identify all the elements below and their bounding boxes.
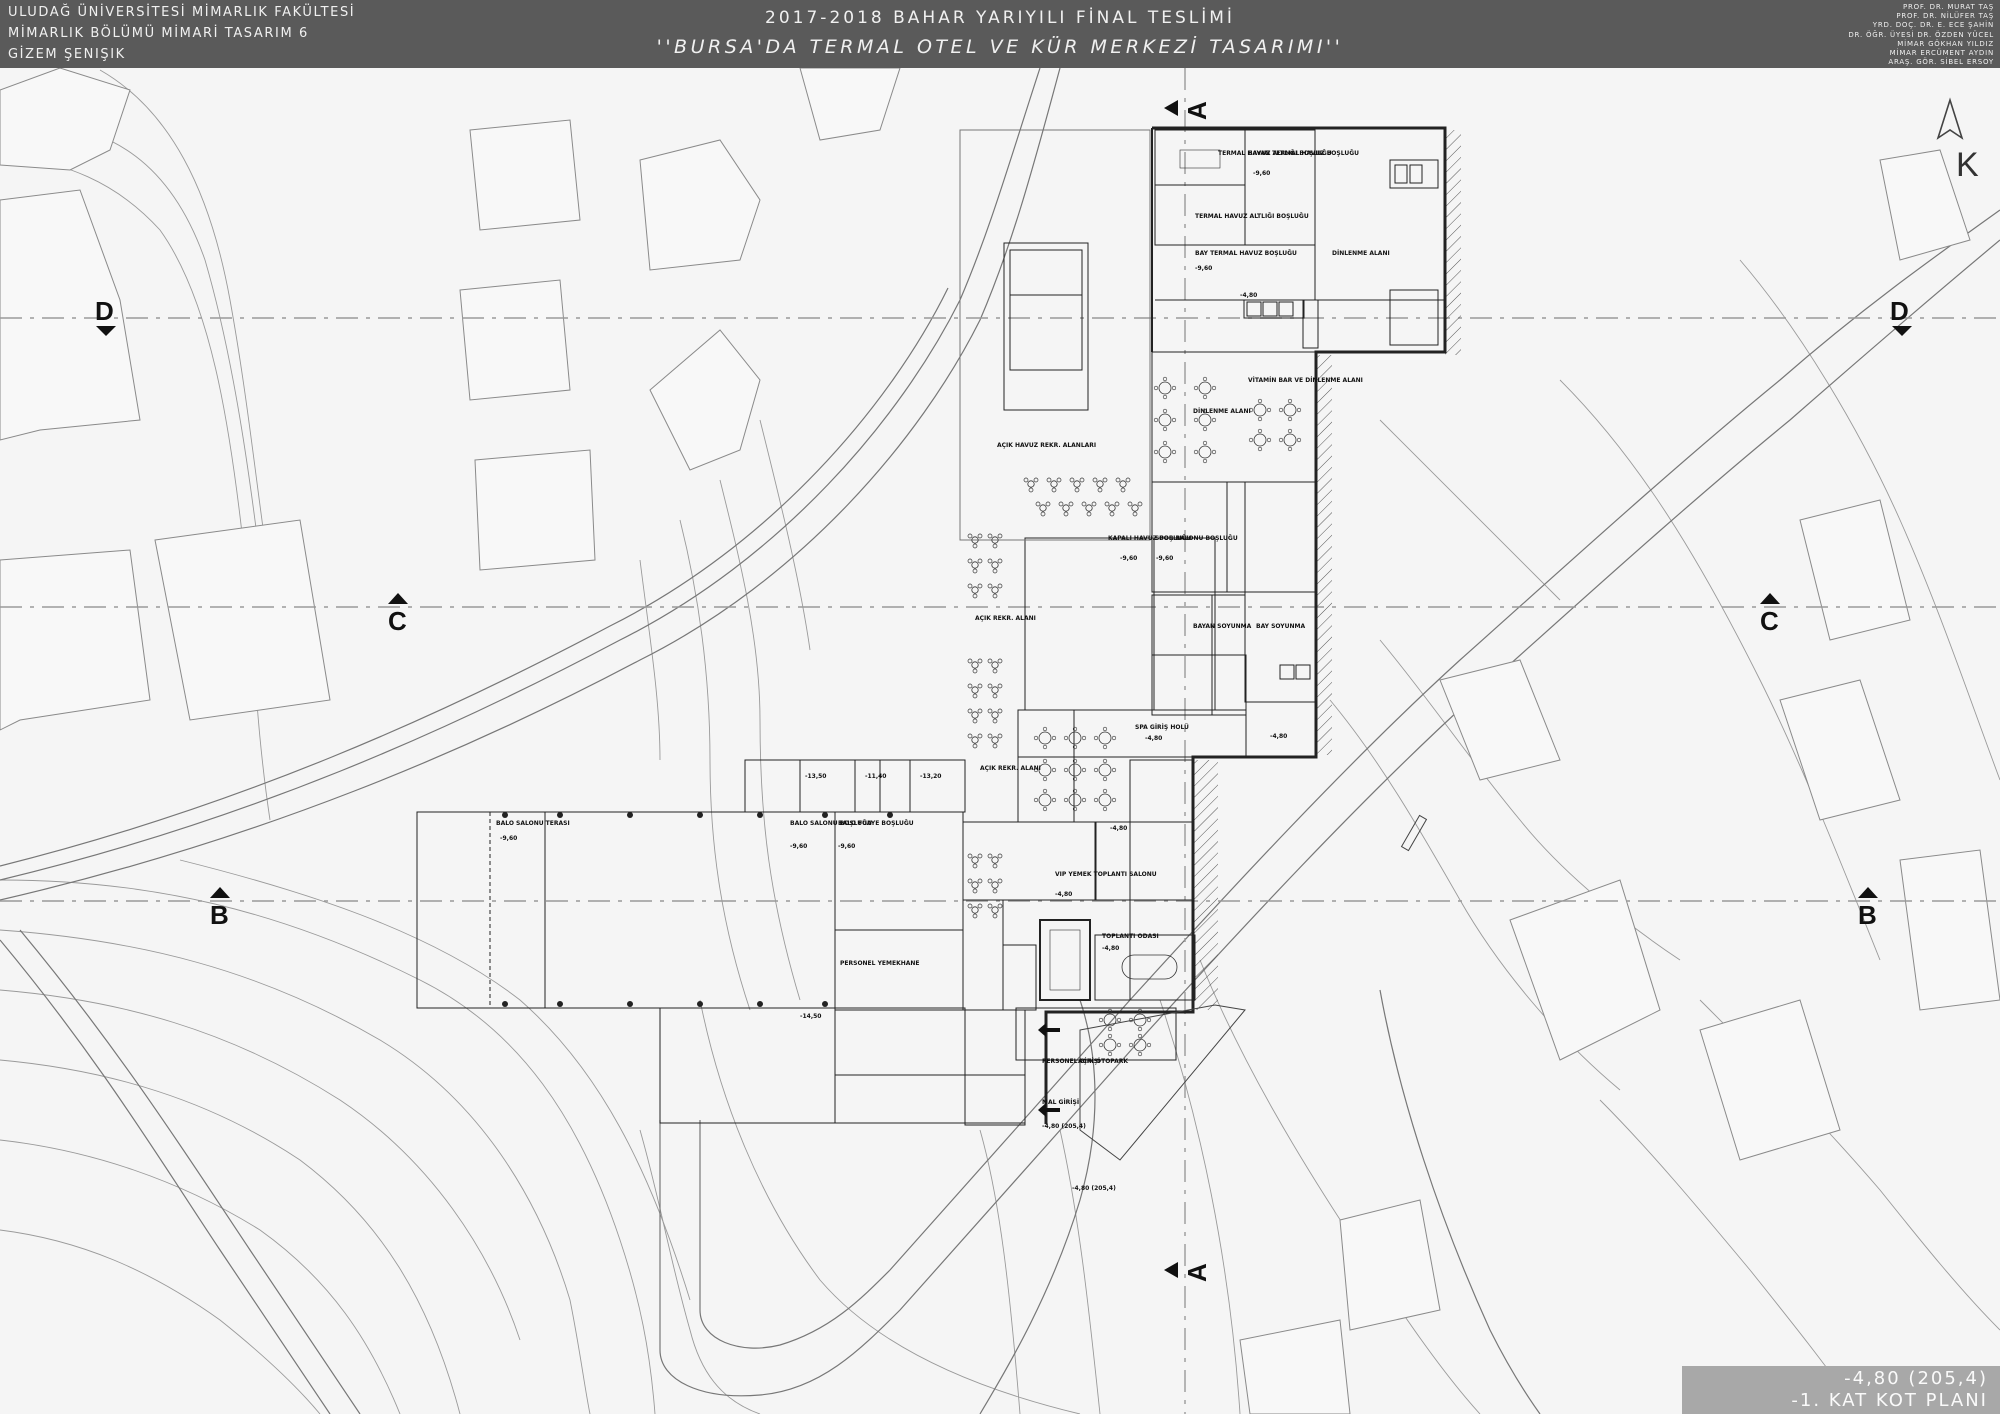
elev-1350: -13,50	[805, 773, 826, 780]
svg-text:A: A	[1182, 101, 1212, 120]
elev-road: -4,80 (205,4)	[1072, 1185, 1116, 1192]
elev-1320: -13,20	[920, 773, 941, 780]
label-vitamin-bar: VİTAMİN BAR VE DİNLENME ALANI	[1248, 377, 1363, 384]
label-mal-girisi: MAL GİRİŞİ	[1042, 1099, 1079, 1106]
instructor-4: DR. ÖĞR. ÜYESİ DR. ÖZDEN YÜCEL	[1848, 30, 1994, 39]
elevation-labels: -9,60 -9,60 -9,60 -9,60 -9,60 -9,60 -9,6…	[500, 170, 1287, 1192]
label-balo-terasi: BALO SALONU TERASI	[496, 820, 570, 827]
svg-text:D: D	[1890, 296, 1909, 326]
label-spa-giris: SPA GİRİŞ HOLÜ	[1135, 724, 1189, 731]
section-marker-c-left: C	[388, 593, 408, 636]
section-marker-a-top: A	[1164, 100, 1212, 120]
drawing-sheet: ULUDAĞ ÜNİVERSİTESİ MİMARLIK FAKÜLTESİ M…	[0, 0, 2000, 1414]
level-label-box: -4,80 (205,4) -1. KAT KOT PLANI	[1682, 1366, 2000, 1414]
svg-text:C: C	[1760, 606, 1779, 636]
elev-ne: -4,80	[1240, 292, 1257, 299]
section-marker-b-right: B	[1858, 887, 1878, 930]
elev-balo-teras: -9,60	[500, 835, 517, 842]
north-arrow-label: K	[1956, 146, 1979, 184]
sheet-title: 2017-2018 BAHAR YARIYILI FİNAL TESLİMİ	[765, 8, 1235, 28]
label-bay-soyunma: BAY SOYUNMA	[1256, 623, 1305, 630]
label-vip-yemek: VIP YEMEK TOPLANTI SALONU	[1055, 871, 1157, 878]
label-toplanti-odasi: TOPLANTI ODASI	[1102, 933, 1159, 940]
svg-text:B: B	[1858, 900, 1877, 930]
furniture	[502, 149, 1423, 1057]
elev-1450: -14,50	[800, 1013, 821, 1020]
svg-text:D: D	[95, 296, 114, 326]
elev-balo: -9,60	[790, 843, 807, 850]
label-personel-yemekhane: PERSONEL YEMEKHANE	[840, 960, 920, 967]
label-spor-baloni: SPOR BALONU BOŞLUĞU	[1155, 535, 1238, 542]
instructor-1: PROF. DR. MURAT TAŞ	[1902, 3, 1994, 11]
project-title: ''BURSA'DA TERMAL OTEL VE KÜR MERKEZİ TA…	[656, 36, 1344, 58]
terrain-contours	[0, 69, 2000, 1414]
label-acik-otopark: AÇIK OTOPARK	[1078, 1058, 1128, 1065]
label-dinlenme-alani-2: DİNLENME ALANI	[1193, 408, 1251, 415]
level-name: -1. KAT KOT PLANI	[1791, 1390, 1988, 1411]
elev-kapali-havuz: -9,60	[1120, 555, 1137, 562]
label-acik-rekr-2: AÇIK REKR. ALANI	[980, 765, 1041, 772]
label-dinlenme-alani: DİNLENME ALANI	[1332, 250, 1390, 257]
label-acik-havuz: AÇIK HAVUZ REKR. ALANLARI	[997, 442, 1096, 449]
instructor-7: ARAŞ. GÖR. SİBEL ERSOY	[1888, 58, 1994, 67]
svg-text:B: B	[210, 900, 229, 930]
elev-se: -4,80	[1270, 733, 1287, 740]
elev-termal-1: -9,60	[1253, 170, 1270, 177]
elev-mal-girisi: -4,80 (205,4)	[1042, 1123, 1086, 1130]
section-marker-c-right: C	[1760, 593, 1780, 636]
label-termal-havuz-2: TERMAL HAVUZ ALTLIĞI BOŞLUĞU	[1195, 213, 1309, 220]
instructor-list: PROF. DR. MURAT TAŞ PROF. DR. NİLÜFER TA…	[1848, 3, 1994, 67]
elev-termal-2: -9,60	[1195, 265, 1212, 272]
label-acik-rekr-1: AÇIK REKR. ALANI	[975, 615, 1036, 622]
svg-text:C: C	[388, 606, 407, 636]
hatched-walls	[1194, 130, 1461, 1010]
label-bay-termal: BAY TERMAL HAVUZ BOŞLUĞU	[1195, 250, 1297, 257]
instructor-6: MİMAR ERCÜMENT AYDIN	[1889, 49, 1994, 58]
section-marker-b-left: B	[210, 887, 230, 930]
section-marker-a-bottom: A	[1164, 1262, 1212, 1282]
elev-toplanti: -4,80	[1102, 945, 1119, 952]
instructor-5: MİMAR GÖKHAN YILDIZ	[1897, 39, 1994, 48]
title-block: ULUDAĞ ÜNİVERSİTESİ MİMARLIK FAKÜLTESİ M…	[0, 0, 2000, 68]
elev-spa: -4,80	[1145, 735, 1162, 742]
roads	[0, 68, 2000, 1414]
elev-hol: -4,80	[1110, 825, 1127, 832]
label-balo-fuaye: BALO FUAYE BOŞLUĞU	[838, 820, 914, 827]
svg-text:A: A	[1182, 1263, 1212, 1282]
site-plan: A A D D C C B B K TERMAL HAVUZ ALTLIĞI B…	[0, 68, 2000, 1414]
label-bayan-termal: BAYAN TERMAL HAVUZ BOŞLUĞU	[1248, 150, 1359, 157]
level-elevation: -4,80 (205,4)	[1844, 1368, 1988, 1389]
label-bayan-soyunma: BAYAN SOYUNMA	[1193, 623, 1252, 630]
elev-fuaye: -9,60	[838, 843, 855, 850]
elev-vip: -4,80	[1055, 891, 1072, 898]
elev-spor: -9,60	[1156, 555, 1173, 562]
instructor-3: YRD. DOÇ. DR. E. ECE ŞAHİN	[1872, 21, 1994, 30]
elev-1140: -11,40	[865, 773, 886, 780]
